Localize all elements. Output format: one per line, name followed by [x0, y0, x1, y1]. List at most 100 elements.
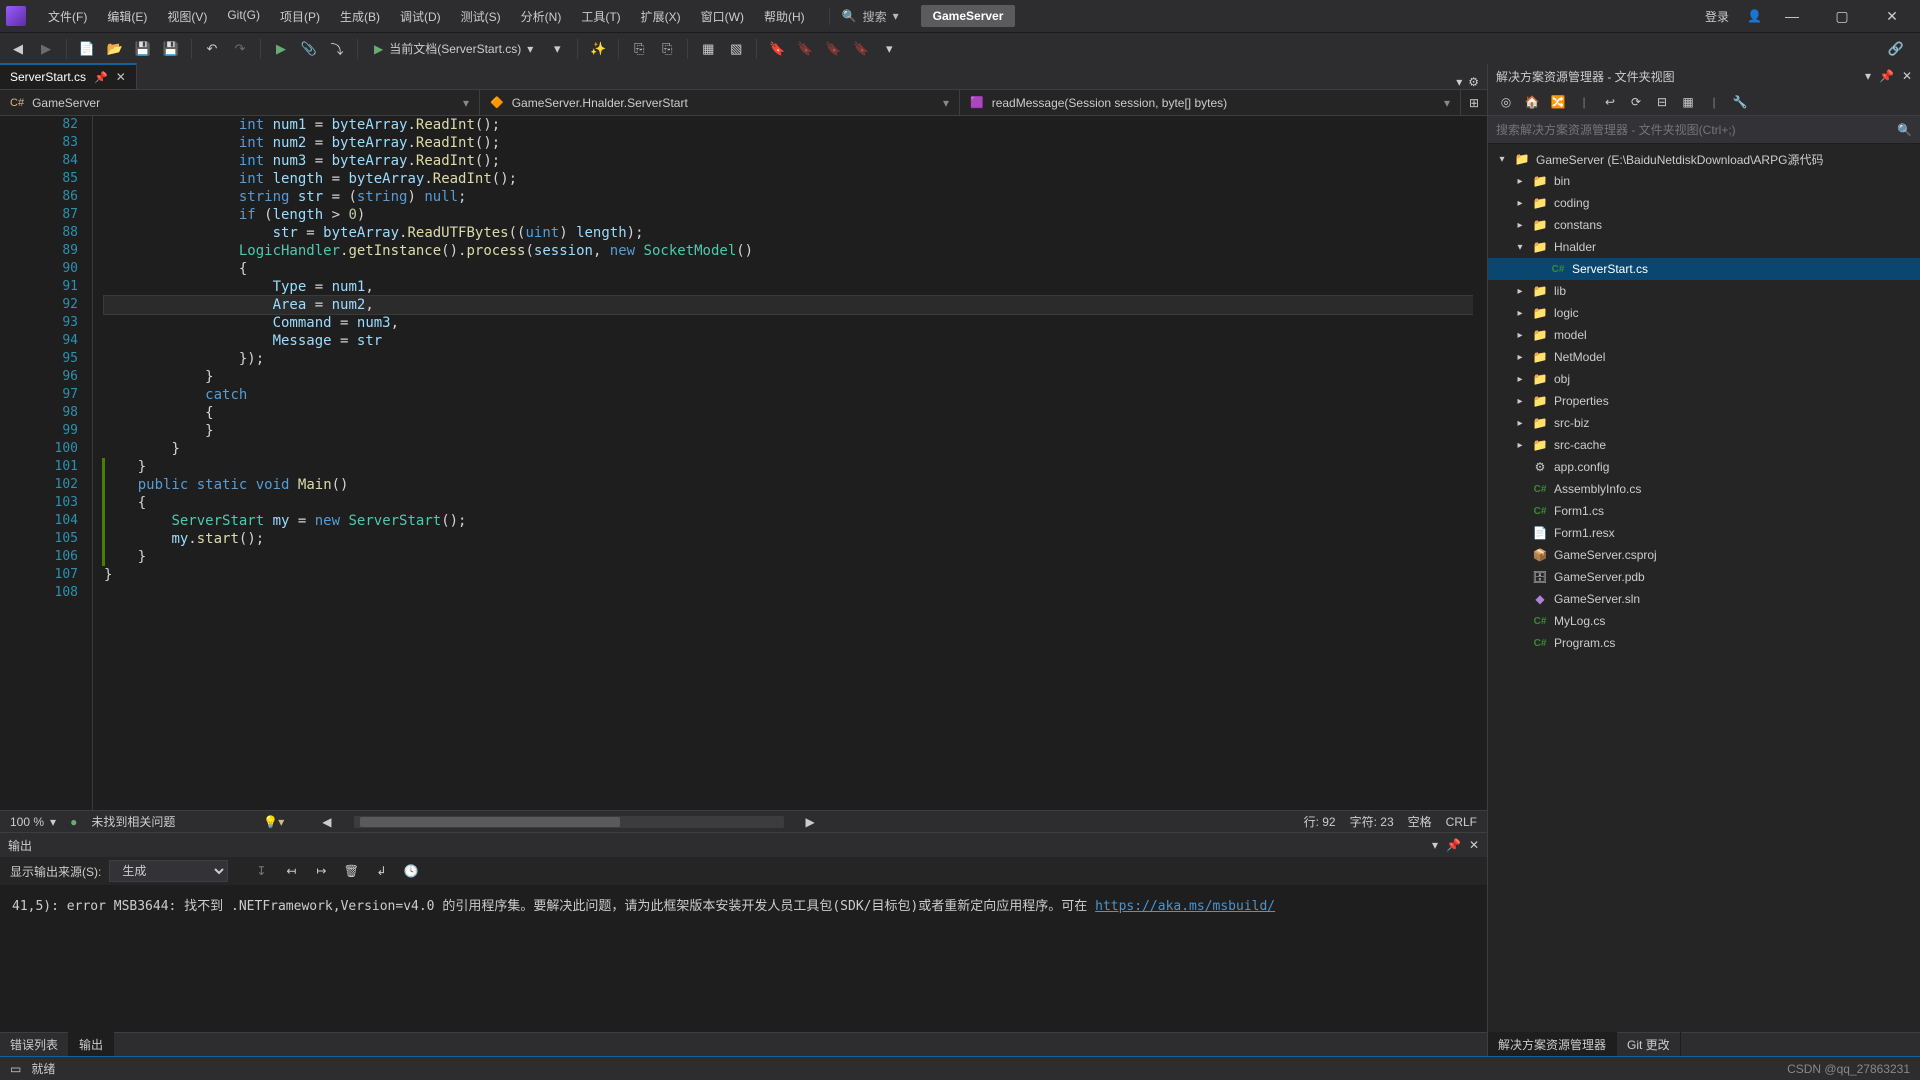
nav-fwd-button[interactable]: ▶ — [34, 37, 58, 61]
output-wrap-icon[interactable]: ↲ — [370, 860, 392, 882]
tab-output[interactable]: 输出 — [69, 1032, 114, 1057]
solution-search[interactable]: 🔍 — [1488, 116, 1920, 144]
expand-arrow-icon[interactable]: ▸ — [1514, 198, 1526, 209]
code-body[interactable]: int num1 = byteArray.ReadInt(); int num2… — [100, 116, 1487, 810]
issues-label[interactable]: 未找到相关问题 — [91, 813, 175, 830]
close-button[interactable]: ✕ — [1872, 8, 1912, 25]
bookmark-icon[interactable]: 🔖 — [765, 37, 789, 61]
output-timestamp-icon[interactable]: 🕓 — [400, 860, 422, 882]
redo-button[interactable]: ↷ — [228, 37, 252, 61]
expand-arrow-icon[interactable]: ▸ — [1514, 352, 1526, 363]
expand-arrow-icon[interactable]: ▸ — [1514, 330, 1526, 341]
profile-icon[interactable]: 👤 — [1747, 9, 1762, 23]
chevron-down-icon[interactable]: ▾ — [1865, 69, 1871, 83]
close-tab-icon[interactable]: ✕ — [116, 70, 126, 84]
close-panel-icon[interactable]: ✕ — [1469, 838, 1479, 852]
tree-node[interactable]: ▾📁Hnalder — [1488, 236, 1920, 258]
minimize-button[interactable]: — — [1772, 8, 1812, 24]
expand-arrow-icon[interactable]: ▾ — [1514, 242, 1526, 253]
tree-node[interactable]: C#Program.cs — [1488, 632, 1920, 654]
refresh-icon[interactable]: ⟳ — [1626, 95, 1646, 109]
undo-button[interactable]: ↶ — [200, 37, 224, 61]
menu-item[interactable]: 文件(F) — [38, 4, 97, 29]
editor-scrollbar[interactable] — [1473, 116, 1487, 810]
cursor-char[interactable]: 字符: 23 — [1350, 813, 1394, 830]
menu-item[interactable]: 生成(B) — [330, 4, 390, 29]
output-link[interactable]: https://aka.ms/msbuild/ — [1095, 899, 1275, 914]
code-editor[interactable]: 8283848586878889909192939495969798991001… — [0, 116, 1487, 810]
tree-node[interactable]: C#ServerStart.cs — [1488, 258, 1920, 280]
menu-item[interactable]: 窗口(W) — [691, 4, 754, 29]
tree-node[interactable]: ⚙app.config — [1488, 456, 1920, 478]
show-all-icon[interactable]: ▦ — [1678, 95, 1698, 109]
tree-node[interactable]: ▸📁model — [1488, 324, 1920, 346]
tree-node[interactable]: ▸📁src-cache — [1488, 434, 1920, 456]
home-icon[interactable]: 🏠 — [1522, 95, 1542, 109]
ai-assist-icon[interactable]: ✨ — [586, 37, 610, 61]
step-button[interactable]: ⤵ — [325, 37, 349, 61]
pin-icon[interactable]: 📌 — [94, 71, 108, 84]
attach-button[interactable]: 📎 — [297, 37, 321, 61]
menu-item[interactable]: 编辑(E) — [97, 4, 157, 29]
tree-node[interactable]: ▸📁lib — [1488, 280, 1920, 302]
properties-icon[interactable]: 🔧 — [1730, 95, 1750, 109]
solution-tree[interactable]: ▾📁GameServer (E:\BaiduNetdiskDownload\AR… — [1488, 144, 1920, 1032]
home-icon[interactable]: ◎ — [1496, 95, 1516, 109]
menu-item[interactable]: 视图(V) — [157, 4, 217, 29]
comment-out-icon[interactable]: ⎘ — [627, 37, 651, 61]
indent-mode[interactable]: 空格 — [1408, 813, 1432, 830]
save-button[interactable]: 💾 — [131, 37, 155, 61]
tree-node[interactable]: ▸📁constans — [1488, 214, 1920, 236]
more-icon[interactable]: ▾ — [877, 37, 901, 61]
sync-icon[interactable]: ↩ — [1600, 95, 1620, 109]
output-clear-icon[interactable]: 🗑 — [340, 860, 362, 882]
tree-node[interactable]: 📦GameServer.csproj — [1488, 544, 1920, 566]
tab-settings-icon[interactable]: ⚙ — [1468, 75, 1479, 89]
expand-arrow-icon[interactable]: ▸ — [1514, 176, 1526, 187]
uncomment-icon[interactable]: ⎘ — [655, 37, 679, 61]
switch-views-icon[interactable]: 🔀 — [1548, 95, 1568, 109]
tree-node[interactable]: ▸📁NetModel — [1488, 346, 1920, 368]
collapse-icon[interactable]: ⊟ — [1652, 95, 1672, 109]
quick-search[interactable]: 🔍 搜索▾ — [829, 8, 899, 25]
menu-item[interactable]: 测试(S) — [451, 4, 511, 29]
output-source-select[interactable]: 生成 — [109, 860, 228, 882]
line-ending[interactable]: CRLF — [1446, 815, 1477, 829]
tree-node[interactable]: C#MyLog.cs — [1488, 610, 1920, 632]
zoom-selector[interactable]: 100 %▾ — [10, 815, 56, 829]
editor-tab-active[interactable]: ServerStart.cs 📌 ✕ — [0, 63, 137, 89]
menu-item[interactable]: 调试(D) — [390, 4, 451, 29]
expand-arrow-icon[interactable]: ▸ — [1514, 374, 1526, 385]
expand-arrow-icon[interactable]: ▾ — [1496, 154, 1508, 165]
menu-item[interactable]: 项目(P) — [270, 4, 330, 29]
toggle-icon[interactable]: ▧ — [724, 37, 748, 61]
tree-node[interactable]: ◆GameServer.sln — [1488, 588, 1920, 610]
tree-node[interactable]: 🗄GameServer.pdb — [1488, 566, 1920, 588]
output-prev-icon[interactable]: ↤ — [280, 860, 302, 882]
menu-item[interactable]: Git(G) — [217, 4, 270, 29]
tree-node[interactable]: ▸📁obj — [1488, 368, 1920, 390]
new-item-button[interactable]: 📄 — [75, 37, 99, 61]
bookmark-prev-icon[interactable]: 🔖 — [793, 37, 817, 61]
cursor-line[interactable]: 行: 92 — [1304, 813, 1336, 830]
split-editor-icon[interactable]: ⊞ — [1461, 90, 1487, 115]
login-button[interactable]: 登录 — [1697, 4, 1737, 29]
scroll-left-icon[interactable]: ◀ — [322, 815, 331, 829]
tree-node[interactable]: ▸📁bin — [1488, 170, 1920, 192]
bookmark-next-icon[interactable]: 🔖 — [821, 37, 845, 61]
nav-back-button[interactable]: ◀ — [6, 37, 30, 61]
menu-item[interactable]: 分析(N) — [511, 4, 572, 29]
expand-arrow-icon[interactable]: ▸ — [1514, 286, 1526, 297]
expand-arrow-icon[interactable]: ▸ — [1514, 308, 1526, 319]
solution-name-display[interactable]: GameServer — [921, 5, 1016, 27]
expand-arrow-icon[interactable]: ▸ — [1514, 418, 1526, 429]
solution-search-input[interactable] — [1496, 123, 1889, 137]
tree-node[interactable]: ▸📁coding — [1488, 192, 1920, 214]
tab-dropdown-icon[interactable]: ▾ — [1456, 75, 1462, 89]
bookmark-clear-icon[interactable]: 🔖 — [849, 37, 873, 61]
tree-node[interactable]: ▸📁Properties — [1488, 390, 1920, 412]
tab-error-list[interactable]: 错误列表 — [0, 1032, 69, 1057]
lightbulb-icon[interactable]: 💡▾ — [263, 815, 284, 829]
expand-arrow-icon[interactable]: ▸ — [1514, 440, 1526, 451]
maximize-button[interactable]: ▢ — [1822, 8, 1862, 25]
